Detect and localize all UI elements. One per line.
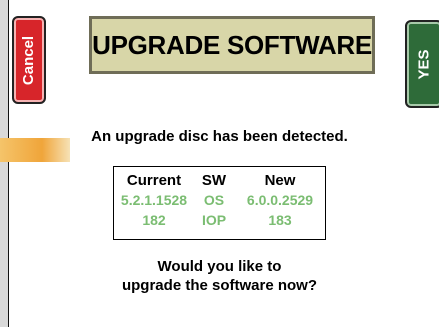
question-line-1: Would you like to xyxy=(157,258,282,275)
cancel-button[interactable]: Cancel xyxy=(12,16,46,104)
detected-message: An upgrade disc has been detected. xyxy=(91,128,348,145)
upgrade-question: Would you like to upgrade the software n… xyxy=(0,257,439,295)
header-sw: SW xyxy=(201,172,227,189)
new-version: 6.0.0.2529 xyxy=(246,192,314,208)
header-new: New xyxy=(264,172,296,189)
sw-name: IOP xyxy=(201,212,227,228)
version-table-header: Current SW New xyxy=(114,172,325,190)
yes-button[interactable]: YES xyxy=(405,20,439,108)
current-version: 5.2.1.1528 xyxy=(120,192,188,208)
current-version: 182 xyxy=(142,212,166,228)
version-row-iop: 182 IOP 183 xyxy=(114,212,325,230)
header-current: Current xyxy=(126,172,182,189)
version-table: Current SW New 5.2.1.1528 OS 6.0.0.2529 … xyxy=(113,166,326,240)
sw-name: OS xyxy=(203,192,225,208)
cancel-button-label: Cancel xyxy=(20,35,38,85)
dialog-title-box: UPGRADE SOFTWARE xyxy=(89,16,375,74)
version-row-os: 5.2.1.1528 OS 6.0.0.2529 xyxy=(114,192,325,210)
yes-button-label: YES xyxy=(415,48,433,80)
new-version: 183 xyxy=(268,212,292,228)
dialog-title: UPGRADE SOFTWARE xyxy=(92,29,372,60)
question-line-2: upgrade the software now? xyxy=(121,277,317,294)
